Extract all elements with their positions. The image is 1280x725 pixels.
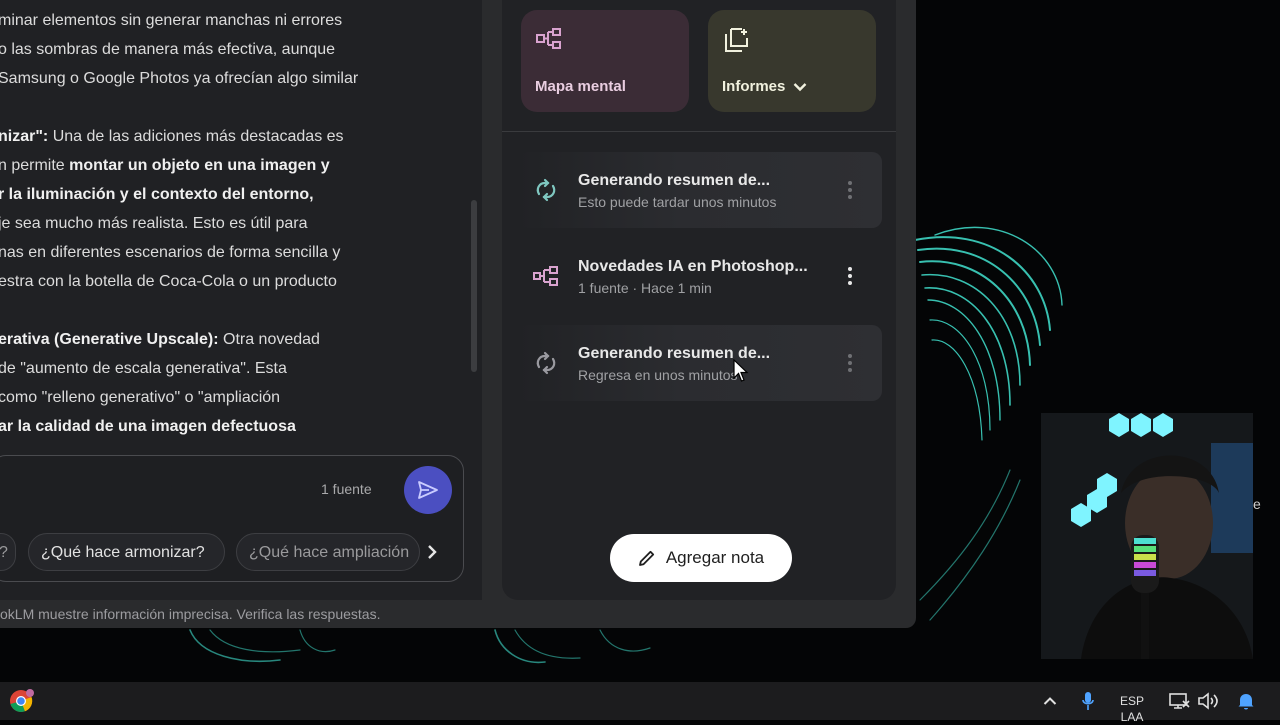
microphone-icon[interactable] <box>1075 688 1101 714</box>
network-icon[interactable] <box>1166 688 1192 714</box>
note-title: Novedades IA en Photoshop... <box>578 258 808 275</box>
chat-line: como "relleno generativo" o "ampliación <box>0 389 281 406</box>
mind-map-tile[interactable]: Mapa mental <box>521 10 689 112</box>
note-more-button[interactable] <box>838 178 862 202</box>
chevron-down-icon[interactable] <box>793 82 807 92</box>
add-note-label: Agregar nota <box>665 548 765 567</box>
chat-response: minar elementos sin generar manchas ni e… <box>0 6 378 441</box>
webcam-feed <box>1041 413 1253 659</box>
mind-map-icon <box>533 266 558 286</box>
chat-line: erativa (Generative Upscale): Otra noved… <box>0 331 320 348</box>
studio-panel: Mapa mental Informes Generando resumen d… <box>502 0 896 600</box>
note-item[interactable]: Generando resumen de... Regresa en unos … <box>518 325 882 401</box>
disclaimer-text: okLM muestre información imprecisa. Veri… <box>0 606 381 622</box>
chat-scrollbar[interactable] <box>471 200 477 372</box>
chat-line: minar elementos sin generar manchas ni e… <box>0 12 343 29</box>
reports-tile[interactable]: Informes <box>708 10 876 112</box>
chat-line: je sea mucho más realista. Esto es útil … <box>0 215 308 232</box>
sync-icon <box>536 178 556 202</box>
chat-line: estra con la botella de Coca-Cola o un p… <box>0 273 337 290</box>
add-note-button[interactable]: Agregar nota <box>610 534 792 582</box>
mouse-cursor-icon <box>733 359 749 382</box>
reports-label: Informes <box>722 78 786 95</box>
notebook-app-window: minar elementos sin generar manchas ni e… <box>0 0 916 628</box>
chips-next-button[interactable] <box>414 534 450 570</box>
suggestion-chip-armonizar[interactable]: ¿Qué hace armonizar? <box>28 533 225 571</box>
note-subtitle: Regresa en unos minutos <box>578 367 738 383</box>
webcam-edge-text: e <box>1253 496 1261 512</box>
note-title: Generando resumen de... <box>578 172 771 189</box>
language-indicator[interactable]: ESP LAA <box>1120 693 1144 725</box>
chrome-icon[interactable] <box>8 688 34 714</box>
webcam-overlay <box>1041 413 1253 659</box>
chat-line: r la iluminación y el contexto del entor… <box>0 186 314 203</box>
chat-line: de "aumento de escala generativa". Esta <box>0 360 287 377</box>
mind-map-icon <box>536 28 561 49</box>
chevron-up-icon[interactable] <box>1037 688 1063 714</box>
more-vert-icon <box>848 267 852 285</box>
chat-line: nizar": Una de las adiciones más destaca… <box>0 128 344 145</box>
chat-line: nas en diferentes escenarios de forma se… <box>0 244 341 261</box>
pencil-icon <box>638 550 654 566</box>
note-more-button[interactable] <box>838 264 862 288</box>
send-icon <box>418 481 438 499</box>
more-vert-icon <box>848 181 852 199</box>
language-code: ESP <box>1120 694 1145 708</box>
chat-line: n permite montar un objeto en una imagen… <box>0 157 330 174</box>
chat-line: o las sombras de manera más efectiva, au… <box>0 41 336 58</box>
studio-divider <box>502 131 896 132</box>
volume-icon[interactable] <box>1195 688 1221 714</box>
send-button[interactable] <box>404 466 452 514</box>
source-count: 1 fuente <box>321 481 372 497</box>
chat-line: Samsung o Google Photos ya ofrecían algo… <box>0 70 359 87</box>
note-item[interactable]: Generando resumen de... Esto puede tarda… <box>518 152 882 228</box>
mind-map-label: Mapa mental <box>535 78 626 95</box>
layout-code: LAA <box>1120 710 1144 724</box>
reports-icon <box>725 28 748 52</box>
suggestion-chip-ampliacion[interactable]: ¿Qué hace ampliación <box>236 533 420 571</box>
note-more-button[interactable] <box>838 351 862 375</box>
note-subtitle: Esto puede tardar unos minutos <box>578 194 777 210</box>
chat-line: ar la calidad de una imagen defectuosa <box>0 418 296 435</box>
sync-icon <box>536 351 556 375</box>
notification-bell-icon[interactable] <box>1233 688 1259 714</box>
chat-panel: minar elementos sin generar manchas ni e… <box>0 0 483 600</box>
chevron-right-icon <box>428 545 437 559</box>
note-item[interactable]: Novedades IA en Photoshop... 1 fuente · … <box>518 238 882 314</box>
note-subtitle: 1 fuente · Hace 1 min <box>578 280 712 296</box>
taskbar: ESP LAA <box>0 682 1280 724</box>
more-vert-icon <box>848 354 852 372</box>
